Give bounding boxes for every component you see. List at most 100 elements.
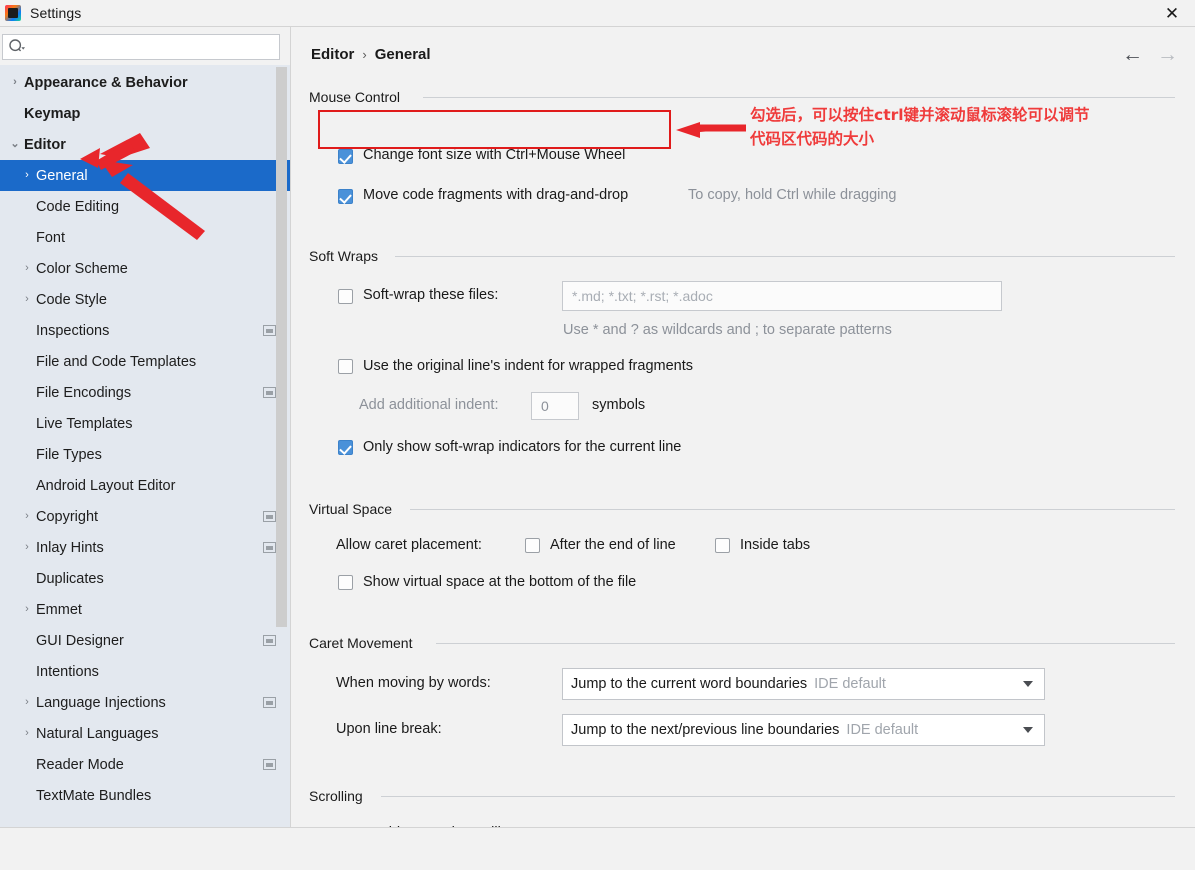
chevron-right-icon[interactable]: › xyxy=(20,170,34,181)
sidebar-item-label: Copyright xyxy=(36,508,99,525)
sidebar-item-code-style[interactable]: › Code Style xyxy=(0,284,290,315)
breadcrumb-separator: › xyxy=(362,47,367,62)
chevron-right-icon[interactable]: › xyxy=(20,263,34,274)
arrow-right-icon[interactable]: → xyxy=(1157,44,1178,65)
settings-dialog: Settings ✕ ›Appearance & Behavior›Keymap… xyxy=(0,0,1195,870)
checkbox-soft-wrap-files[interactable] xyxy=(338,289,353,304)
sidebar-item-appearance-behavior[interactable]: › Appearance & Behavior xyxy=(0,67,290,98)
hint-move-code-fragments: To copy, hold Ctrl while dragging xyxy=(688,187,897,203)
group-title-virtual-space: Virtual Space xyxy=(309,501,401,517)
sidebar-item-copyright[interactable]: › Copyright xyxy=(0,501,290,532)
checkbox-show-virtual-space[interactable] xyxy=(338,575,353,590)
close-icon[interactable]: ✕ xyxy=(1149,0,1195,26)
breadcrumb-leaf: General xyxy=(374,46,431,63)
sidebar-item-file-types[interactable]: ›File Types xyxy=(0,439,290,470)
project-scope-icon xyxy=(263,697,276,708)
label-inside-tabs: Inside tabs xyxy=(740,537,811,553)
sidebar-item-inlay-hints[interactable]: › Inlay Hints xyxy=(0,532,290,563)
sidebar-item-label: GUI Designer xyxy=(36,632,124,649)
sidebar-item-editor[interactable]: ⌄ Editor xyxy=(0,129,290,160)
chevron-right-icon[interactable]: › xyxy=(8,77,22,88)
sidebar-item-file-encodings[interactable]: ›File Encodings xyxy=(0,377,290,408)
sidebar-item-label: TextMate Bundles xyxy=(36,787,152,804)
label-when-moving-by-words: When moving by words: xyxy=(336,675,491,691)
sidebar-item-label: Intentions xyxy=(36,663,99,680)
sidebar-item-label: Code Editing xyxy=(36,198,120,215)
group-title-soft-wraps: Soft Wraps xyxy=(309,248,386,264)
label-only-show-indicators: Only show soft-wrap indicators for the c… xyxy=(363,439,682,455)
sidebar-item-label: Duplicates xyxy=(36,570,104,587)
label-symbols: symbols xyxy=(592,397,646,413)
sidebar-item-general[interactable]: › General xyxy=(0,160,290,191)
combo-when-moving-suffix: IDE default xyxy=(814,676,886,692)
search-input[interactable] xyxy=(26,36,279,58)
group-title-caret-movement: Caret Movement xyxy=(309,635,421,651)
sidebar-item-file-and-code-templates[interactable]: ›File and Code Templates xyxy=(0,346,290,377)
label-change-font-size: Change font size with Ctrl+Mouse Wheel xyxy=(363,147,626,163)
sidebar-item-label: Code Style xyxy=(36,291,107,308)
arrow-left-icon[interactable]: ← xyxy=(1122,44,1143,65)
sidebar-item-emmet[interactable]: › Emmet xyxy=(0,594,290,625)
label-add-additional-indent: Add additional indent: xyxy=(359,397,499,413)
group-title-mouse-control: Mouse Control xyxy=(309,89,409,105)
sidebar-item-label: File Encodings xyxy=(36,384,132,401)
chevron-down-icon xyxy=(1023,681,1033,687)
checkbox-inside-tabs[interactable] xyxy=(715,538,730,553)
breadcrumb: Editor › General xyxy=(311,46,431,63)
combo-when-moving-by-words[interactable]: Jump to the current word boundaries IDE … xyxy=(562,668,1045,700)
title-bar: Settings ✕ xyxy=(0,0,1195,26)
intellij-idea-logo-icon xyxy=(5,5,21,21)
sidebar-item-textmate-bundles[interactable]: ›TextMate Bundles xyxy=(0,780,290,811)
sidebar-item-live-templates[interactable]: ›Live Templates xyxy=(0,408,290,439)
sidebar-item-android-layout-editor[interactable]: ›Android Layout Editor xyxy=(0,470,290,501)
sidebar-item-label: Reader Mode xyxy=(36,756,124,773)
checkbox-change-font-size[interactable] xyxy=(338,149,353,164)
settings-tree[interactable]: ›Appearance & Behavior›Keymap⌄Editor›Gen… xyxy=(0,67,290,827)
sidebar-item-keymap[interactable]: ›Keymap xyxy=(0,98,290,129)
breadcrumb-root[interactable]: Editor xyxy=(311,46,354,63)
soft-wrap-files-input[interactable]: *.md; *.txt; *.rst; *.adoc xyxy=(562,281,1002,311)
sidebar-item-intentions[interactable]: ›Intentions xyxy=(0,656,290,687)
chevron-right-icon[interactable]: › xyxy=(20,728,34,739)
project-scope-icon xyxy=(263,542,276,553)
annotation-line-2: 代码区代码的大小 xyxy=(750,130,875,148)
project-scope-icon xyxy=(263,511,276,522)
hint-wildcards: Use * and ? as wildcards and ; to separa… xyxy=(563,322,892,338)
sidebar-item-label: Keymap xyxy=(24,105,81,122)
chevron-right-icon[interactable]: › xyxy=(20,294,34,305)
chevron-right-icon[interactable]: › xyxy=(20,604,34,615)
chevron-down-icon[interactable]: ⌄ xyxy=(8,139,22,150)
sidebar-item-label: Appearance & Behavior xyxy=(24,74,188,91)
chevron-right-icon[interactable]: › xyxy=(20,542,34,553)
sidebar-item-color-scheme[interactable]: › Color Scheme xyxy=(0,253,290,284)
sidebar-item-natural-languages[interactable]: › Natural Languages xyxy=(0,718,290,749)
sidebar-item-language-injections[interactable]: › Language Injections xyxy=(0,687,290,718)
search-box[interactable] xyxy=(2,34,280,60)
dialog-footer: ? OK Cancel CSDN @浮动窗间 xyxy=(0,828,1195,870)
checkbox-after-end-of-line[interactable] xyxy=(525,538,540,553)
sidebar-item-duplicates[interactable]: ›Duplicates xyxy=(0,563,290,594)
sidebar-item-label: Color Scheme xyxy=(36,260,128,277)
project-scope-icon xyxy=(263,759,276,770)
chevron-right-icon[interactable]: › xyxy=(20,697,34,708)
chevron-down-icon xyxy=(1023,727,1033,733)
sidebar-scrollbar-thumb[interactable] xyxy=(276,67,287,627)
add-indent-stepper[interactable]: 0 xyxy=(531,392,579,420)
sidebar-item-label: Live Templates xyxy=(36,415,133,432)
sidebar-item-inspections[interactable]: ›Inspections xyxy=(0,315,290,346)
combo-upon-line-break[interactable]: Jump to the next/previous line boundarie… xyxy=(562,714,1045,746)
sidebar-item-code-editing[interactable]: ›Code Editing xyxy=(0,191,290,222)
checkbox-move-code-fragments[interactable] xyxy=(338,189,353,204)
sidebar-item-font[interactable]: ›Font xyxy=(0,222,290,253)
sidebar-item-gui-designer[interactable]: ›GUI Designer xyxy=(0,625,290,656)
checkbox-only-show-indicators[interactable] xyxy=(338,440,353,455)
sidebar-item-label: Language Injections xyxy=(36,694,166,711)
sidebar-item-label: Inlay Hints xyxy=(36,539,104,556)
chevron-right-icon[interactable]: › xyxy=(20,511,34,522)
checkbox-original-indent[interactable] xyxy=(338,359,353,374)
annotation-text: 勾选后，可以按住ctrl键并滚动鼠标滚轮可以调节 代码区代码的大小 xyxy=(750,103,1180,151)
group-line-soft-wraps xyxy=(395,256,1175,257)
annotation-line-1: 勾选后，可以按住ctrl键并滚动鼠标滚轮可以调节 xyxy=(750,106,1090,124)
search-area xyxy=(0,27,290,65)
sidebar-item-reader-mode[interactable]: ›Reader Mode xyxy=(0,749,290,780)
